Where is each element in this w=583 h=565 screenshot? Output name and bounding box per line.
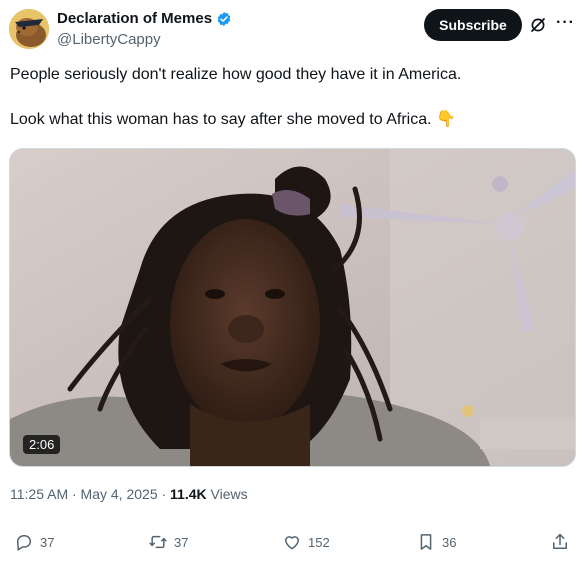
bookmark-icon bbox=[420, 534, 432, 550]
avatar-capybara-image bbox=[9, 9, 49, 49]
repost-button[interactable]: 37 bbox=[148, 532, 188, 552]
share-icon bbox=[553, 533, 567, 549]
reply-icon bbox=[17, 535, 32, 551]
video-thumbnail-image bbox=[10, 149, 575, 466]
author-display-name[interactable]: Declaration of Memes bbox=[57, 10, 212, 27]
tweet-text: People seriously don't realize how good … bbox=[10, 64, 570, 131]
grok-icon[interactable] bbox=[529, 16, 547, 34]
repost-count: 37 bbox=[174, 534, 189, 550]
author-name-line: Declaration of Memes bbox=[57, 10, 232, 27]
avatar[interactable] bbox=[9, 9, 49, 49]
author-handle[interactable]: @LibertyCappy bbox=[57, 31, 161, 48]
tweet-meta: 11:25 AM · May 4, 2025 · 11.4K Views bbox=[10, 486, 248, 502]
reply-button[interactable]: 37 bbox=[14, 532, 54, 552]
video-player[interactable]: 2:06 bbox=[9, 148, 576, 467]
like-button[interactable]: 152 bbox=[282, 532, 330, 552]
views-label: Views bbox=[206, 486, 248, 502]
tweet-line-1: People seriously don't realize how good … bbox=[10, 66, 462, 83]
more-options-icon[interactable]: ··· bbox=[556, 14, 575, 32]
reply-count: 37 bbox=[40, 534, 55, 550]
repost-icon bbox=[149, 535, 167, 549]
bookmark-count: 36 bbox=[442, 534, 457, 550]
like-count: 152 bbox=[308, 534, 330, 550]
tweet-action-bar: 37 37 152 36 bbox=[0, 532, 583, 560]
verified-badge-icon bbox=[217, 11, 231, 26]
tweet-timestamp[interactable]: 11:25 AM · May 4, 2025 · bbox=[10, 486, 170, 502]
views-count: 11.4K bbox=[170, 486, 207, 502]
heart-icon bbox=[285, 536, 299, 550]
tweet-line-2: Look what this woman has to say after sh… bbox=[10, 111, 456, 128]
video-duration-badge: 2:06 bbox=[23, 435, 61, 454]
share-button[interactable] bbox=[550, 532, 570, 552]
bookmark-button[interactable]: 36 bbox=[416, 532, 456, 552]
subscribe-button[interactable]: Subscribe bbox=[424, 9, 522, 41]
